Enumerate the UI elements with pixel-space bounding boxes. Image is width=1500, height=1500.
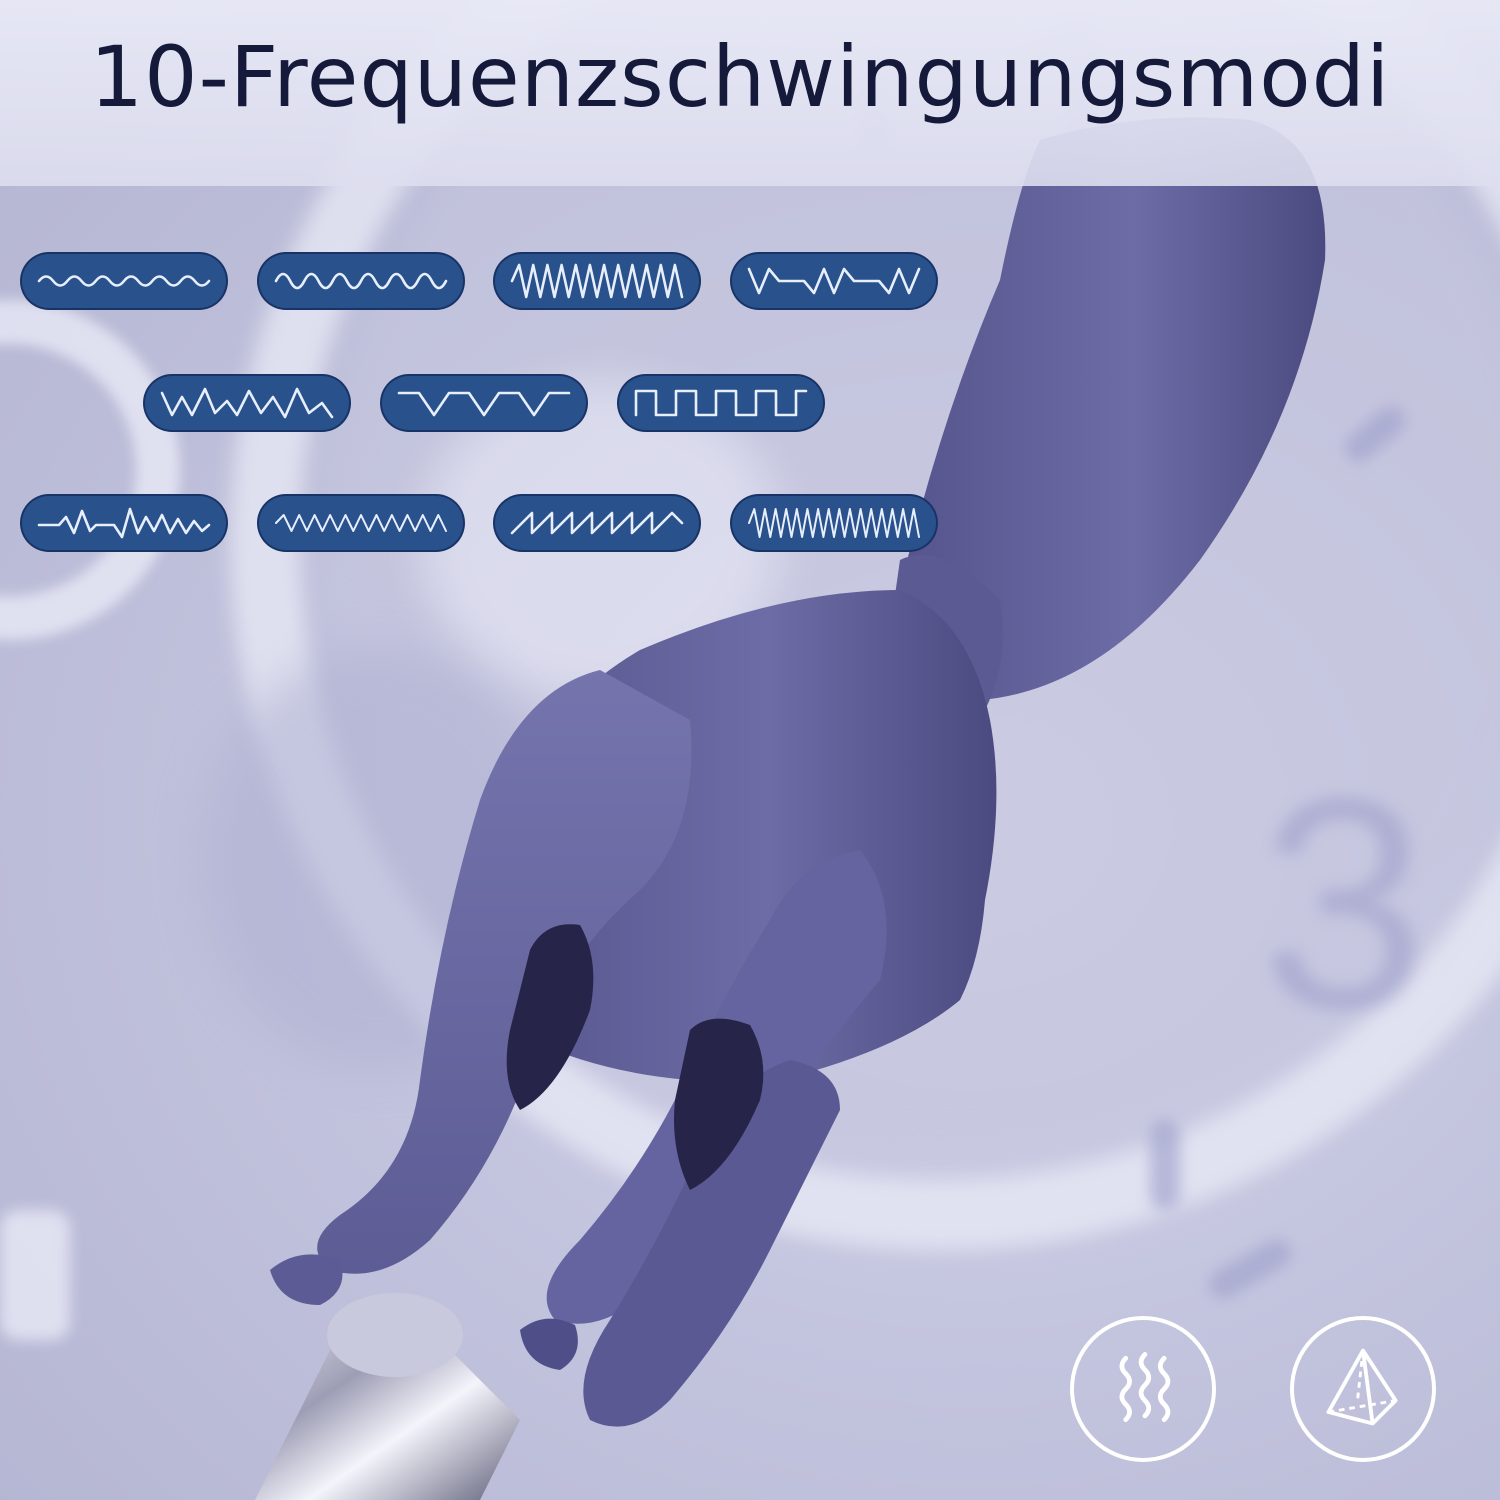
vibration-mode-pill xyxy=(20,494,228,552)
pulse-gap-wave-icon xyxy=(747,267,921,295)
vibration-mode-pill xyxy=(493,252,701,310)
vibration-mode-pill xyxy=(617,374,825,432)
dense-sharp-wave-icon xyxy=(510,263,684,299)
wave-line xyxy=(37,275,211,287)
wave-line xyxy=(275,514,447,532)
tight-zigzag-wave-icon xyxy=(275,514,447,532)
wave-line xyxy=(510,263,684,299)
vibration-mode-pill xyxy=(143,374,351,432)
badge-vibration xyxy=(1070,1316,1216,1462)
square-wave-icon xyxy=(634,389,808,417)
heartbeat-wave-icon xyxy=(37,507,211,539)
vibration-mode-pill xyxy=(380,374,588,432)
vibration-mode-pill xyxy=(493,494,701,552)
wave-line xyxy=(748,508,920,538)
valley-wave-icon xyxy=(397,391,571,417)
wave-line xyxy=(274,272,448,290)
vibration-mode-pill xyxy=(257,252,465,310)
vibration-mode-pill xyxy=(20,252,228,310)
product-image: 3 10-Frequenzschwingungsmodi xyxy=(0,0,1500,1500)
high-frequency-wave-icon xyxy=(748,508,920,538)
low-smooth-wave-icon xyxy=(37,275,211,287)
wave-line xyxy=(510,511,684,535)
vibration-mode-grid xyxy=(0,0,960,580)
vibration-waves-icon xyxy=(1119,1352,1171,1423)
wave-line xyxy=(160,387,334,419)
wave-line xyxy=(634,389,808,417)
vibration-mode-pill xyxy=(730,494,938,552)
wave-line xyxy=(397,391,571,417)
wave-line xyxy=(747,267,921,295)
wave-line xyxy=(37,507,211,539)
sawtooth-wave-icon xyxy=(510,511,684,535)
medium-smooth-wave-icon xyxy=(274,272,448,290)
pyramid-icon xyxy=(1326,1348,1398,1426)
irregular-peak-wave-icon xyxy=(160,387,334,419)
badge-pyramid xyxy=(1290,1316,1436,1462)
vibration-mode-pill xyxy=(257,494,465,552)
vibration-mode-pill xyxy=(730,252,938,310)
